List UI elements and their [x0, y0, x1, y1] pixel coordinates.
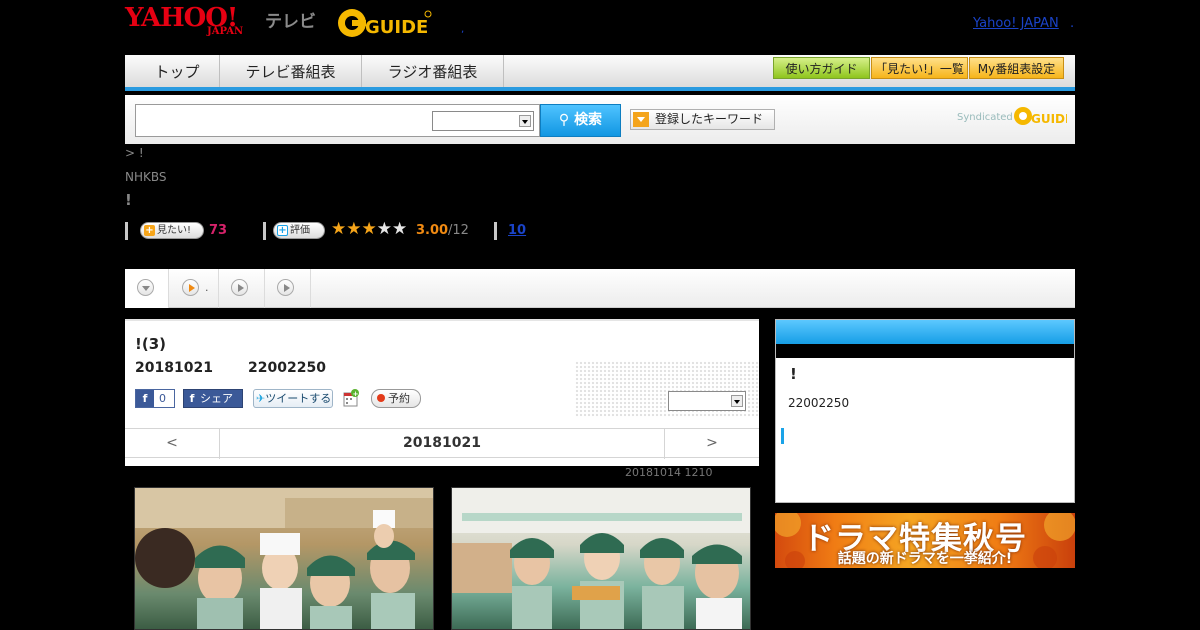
episode-title: !(3)	[135, 335, 166, 353]
svg-text:+: +	[353, 390, 359, 398]
search-icon: ⚲	[558, 112, 575, 128]
divider	[263, 222, 266, 240]
drama-feature-banner[interactable]: ドラマ特集秋号 話題の新ドラマを一挙紹介!	[775, 513, 1075, 568]
reserve-button[interactable]: 予約	[371, 389, 421, 408]
saved-keywords-button[interactable]: 登録したキーワード	[630, 109, 775, 130]
usage-guide-button[interactable]: 使い方ガイド	[773, 57, 870, 79]
facebook-icon: f	[136, 390, 154, 407]
plus-icon: +	[277, 225, 288, 236]
star-icon: ★	[392, 219, 408, 239]
facebook-like-count: 0	[159, 392, 166, 405]
star-icon: ★	[346, 219, 362, 239]
yahoo-japan-link[interactable]: Yahoo! JAPAN	[973, 16, 1059, 31]
rate-button[interactable]: + 評価	[273, 222, 325, 239]
search-category-select[interactable]	[432, 111, 534, 131]
facebook-like-button[interactable]: f0	[135, 389, 175, 408]
tab-overview[interactable]	[125, 269, 169, 308]
pager-date: 20181021	[403, 435, 481, 451]
sidebar-header	[776, 320, 1074, 344]
rate-label: 評価	[290, 225, 310, 236]
nav-tab-top[interactable]: トップ	[135, 55, 220, 87]
facebook-icon: f	[189, 392, 195, 405]
play-icon	[182, 279, 199, 296]
channel-name: NHKBS	[125, 170, 167, 184]
star-icon: ★	[376, 219, 392, 239]
sidebar-program-box: ! 22002250	[775, 319, 1075, 503]
next-episode-button[interactable]: >	[664, 429, 759, 459]
saved-keywords-label: 登録したキーワード	[655, 112, 764, 126]
sidebar-accent-bar	[781, 428, 784, 444]
search-button[interactable]: ⚲ 検索	[540, 104, 621, 137]
reserve-label: 予約	[388, 392, 410, 405]
svg-text:GUIDE: GUIDE	[365, 17, 428, 38]
search-bar: ⚲ 検索 登録したキーワード Syndicated GUIDE	[125, 95, 1075, 144]
syndicated-label: Syndicated	[957, 112, 1013, 123]
mitai-button[interactable]: + 見たい!	[140, 222, 204, 239]
global-nav: トップ テレビ番組表 ラジオ番組表 使い方ガイド 「見たい!」一覧 My番組表設…	[125, 55, 1075, 91]
reviews-link[interactable]: 10	[508, 223, 526, 238]
star-icon: ★	[361, 219, 377, 239]
record-icon	[377, 394, 385, 402]
tab-2[interactable]: .	[169, 269, 219, 308]
header-link-dot: .	[1070, 16, 1075, 31]
program-tab-bar: .	[125, 269, 1075, 308]
tab-3[interactable]	[219, 269, 265, 308]
japan-logo-text: JAPAN	[207, 26, 244, 37]
mitai-label: 見たい!	[157, 225, 192, 236]
tweet-button[interactable]: ✈ツイートする	[253, 389, 333, 408]
divider	[494, 222, 497, 240]
facebook-share-button[interactable]: f シェア	[183, 389, 243, 408]
watchlist-button[interactable]: 「見たい!」一覧	[871, 57, 968, 79]
mitai-count: 73	[209, 223, 228, 238]
program-title: !	[125, 191, 132, 209]
tab-2-label: .	[205, 281, 209, 294]
previous-episode-button[interactable]: <	[125, 429, 220, 459]
sidebar-program-title[interactable]: !	[790, 365, 797, 383]
search-button-label: 検索	[574, 112, 603, 128]
facebook-share-label: シェア	[200, 392, 233, 405]
chevron-down-icon	[137, 279, 154, 296]
gguide-logo[interactable]: GUIDE	[335, 6, 435, 40]
rating-score: 3.00	[416, 223, 449, 238]
sidebar-program-time: 22002250	[788, 396, 850, 410]
episode-photo[interactable]	[134, 487, 434, 630]
tweet-label: ツイートする	[265, 392, 332, 405]
header-separator: ,	[461, 24, 465, 35]
yahoo-japan-logo[interactable]: YAHOO! JAPAN	[125, 4, 243, 44]
page: YAHOO! JAPAN テレビ GUIDE , Yahoo! JAPAN . …	[0, 0, 1200, 630]
my-listings-settings-button[interactable]: My番組表設定	[969, 57, 1064, 79]
tv-logo[interactable]: テレビ	[265, 7, 316, 32]
episode-panel: !(3) 20181021 22002250 f0 f シェア ✈ツイートする +…	[125, 319, 759, 466]
tab-4[interactable]	[265, 269, 311, 308]
play-icon	[277, 279, 294, 296]
rating-stars: ★★★★★	[331, 219, 407, 239]
episode-time: 22002250	[248, 360, 326, 376]
episode-pager: < 20181021 >	[125, 428, 759, 459]
syndicated-gguide-logo: GUIDE	[1013, 105, 1073, 127]
updated-timestamp: 20181014 1210	[625, 466, 713, 479]
play-icon	[231, 279, 248, 296]
episode-photo[interactable]	[451, 487, 751, 630]
breadcrumb[interactable]: > !	[125, 146, 144, 160]
nav-tab-tv-listings[interactable]: テレビ番組表	[220, 55, 362, 87]
calendar-add-icon[interactable]: +	[343, 389, 359, 407]
rating-count: /12	[448, 223, 469, 238]
episode-date: 20181021	[135, 360, 213, 376]
chevron-down-icon	[731, 395, 743, 407]
twitter-icon: ✈	[256, 392, 266, 405]
star-icon: ★	[331, 219, 347, 239]
sidebar-subheader	[776, 344, 1074, 358]
plus-icon: +	[144, 225, 155, 236]
svg-text:GUIDE: GUIDE	[1031, 112, 1067, 126]
banner-subtitle: 話題の新ドラマを一挙紹介!	[837, 551, 1013, 567]
episode-select[interactable]	[668, 391, 746, 411]
chevron-down-icon	[519, 115, 531, 127]
divider	[125, 222, 128, 240]
dropdown-arrow-icon	[633, 112, 649, 127]
nav-tab-radio-listings[interactable]: ラジオ番組表	[362, 55, 504, 87]
